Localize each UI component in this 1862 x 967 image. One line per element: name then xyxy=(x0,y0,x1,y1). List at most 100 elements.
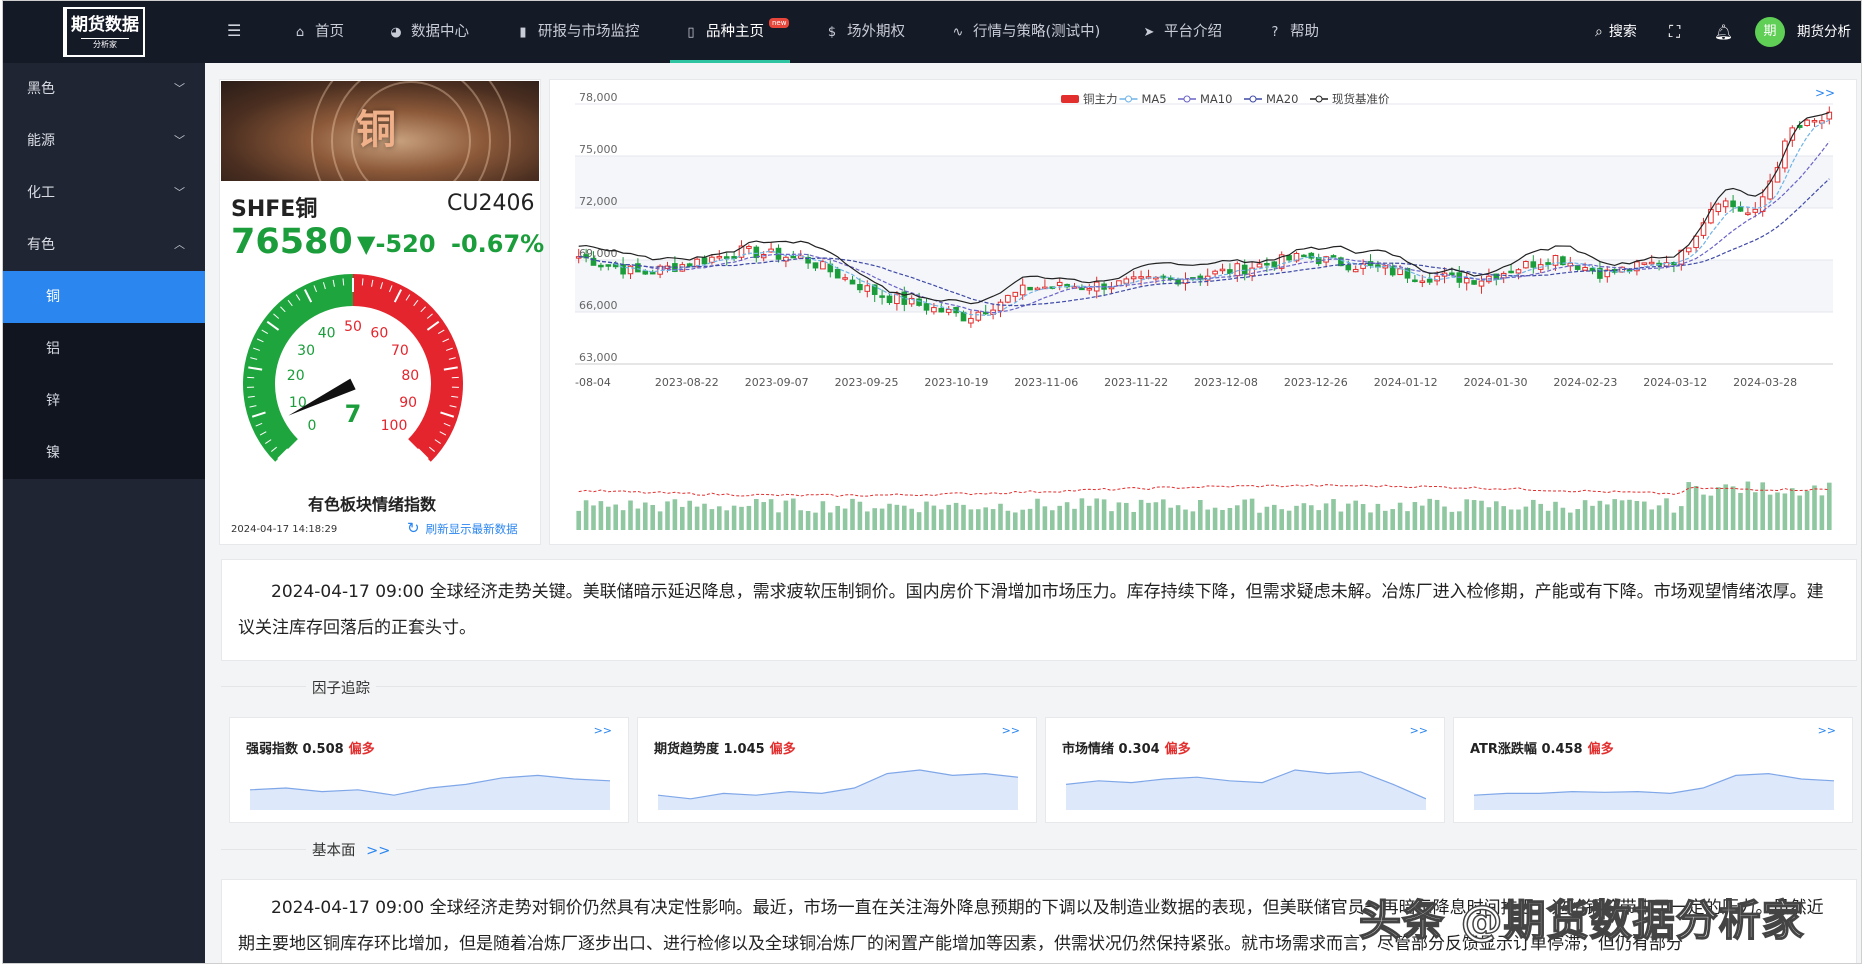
volume-bar xyxy=(1042,506,1048,530)
volume-bar xyxy=(1664,498,1669,530)
volume-bar xyxy=(953,502,959,530)
candle-body xyxy=(1301,254,1307,258)
volume-bar xyxy=(1161,499,1166,530)
candle-body xyxy=(1397,268,1403,276)
candle-body xyxy=(1086,288,1093,291)
volume-bar xyxy=(1790,488,1795,530)
volume-bar xyxy=(1649,509,1654,530)
sidebar-item-aluminum[interactable]: 铝 xyxy=(3,323,205,375)
factor-card-sentiment[interactable]: 市场情绪 0.304 偏多 >> xyxy=(1045,717,1445,823)
candle-body xyxy=(968,317,974,324)
brand-logo[interactable]: 期货数据 分析家 xyxy=(63,7,145,57)
volume-bar xyxy=(761,502,766,530)
sidebar-group-energy[interactable]: 能源 ﹀ xyxy=(3,115,205,167)
fundamentals-section-title[interactable]: 基本面 >> xyxy=(306,839,397,860)
volume-bar xyxy=(1568,512,1573,530)
candle-body xyxy=(1708,208,1714,224)
candle-body xyxy=(1745,212,1751,215)
candle-body xyxy=(842,277,848,280)
sidebar-group-nonferrous[interactable]: 有色 ︿ xyxy=(3,219,205,271)
volume-bar xyxy=(1116,502,1122,530)
legend-label: MA20 xyxy=(1266,92,1298,106)
volume-bar xyxy=(717,506,722,530)
volume-bar xyxy=(635,508,641,530)
candle-body xyxy=(960,311,967,322)
more-link[interactable]: >> xyxy=(594,724,612,737)
gauge-tick-label: 30 xyxy=(297,343,315,359)
factor-card-trend[interactable]: 期货趋势度 1.045 偏多 >> xyxy=(637,717,1037,823)
factor-card-strength[interactable]: 强弱指数 0.508 偏多 >> xyxy=(229,717,629,823)
nav-data-center[interactable]: ◕ 数据中心 xyxy=(387,1,469,63)
more-link[interactable]: >> xyxy=(1410,724,1428,737)
sentiment-gauge: 010203040 50 607080901007 xyxy=(243,274,463,462)
avatar[interactable]: 期 xyxy=(1755,17,1785,47)
nav-platform[interactable]: ➤ 平台介绍 xyxy=(1140,1,1222,63)
gauge-tick-label: 60 xyxy=(370,325,388,341)
legend-swatch xyxy=(1183,95,1191,103)
candle-body xyxy=(1241,264,1248,275)
volume-bar xyxy=(1538,503,1543,530)
volume-bar xyxy=(680,506,685,530)
gauge-value: 7 xyxy=(345,400,362,428)
volume-bar xyxy=(709,509,715,530)
candle-body xyxy=(1737,206,1744,212)
nav-home[interactable]: ⌂ 首页 xyxy=(291,1,344,63)
volume-bar xyxy=(1079,498,1085,530)
bell-icon[interactable]: 🔔︎ xyxy=(1714,1,1733,63)
volume-bar xyxy=(894,504,900,530)
volume-bar xyxy=(946,504,951,530)
y-tick-label: 75,000 xyxy=(579,143,618,156)
volume-bar xyxy=(1257,512,1262,530)
volume-bar xyxy=(1220,509,1225,530)
user-name[interactable]: 期货分析 xyxy=(1797,1,1851,63)
volume-bar xyxy=(1323,503,1329,530)
refresh-link[interactable]: ↻ 刷新显示最新数据 xyxy=(407,519,518,537)
pie-chart-icon: ◕ xyxy=(390,25,402,40)
more-link[interactable]: >> xyxy=(1818,724,1836,737)
sidebar-group-chemical[interactable]: 化工 ﹀ xyxy=(3,167,205,219)
factor-card-atr[interactable]: ATR涨跌幅 0.458 偏多 >> xyxy=(1453,717,1853,823)
volume-bar xyxy=(1582,500,1588,530)
fullscreen-icon[interactable]: ⛶ xyxy=(1669,1,1680,63)
gauge-tick-label: 90 xyxy=(399,395,417,411)
kline-chart[interactable]: 78,00075,00072,00069,00066,00063,000铜主力 M… xyxy=(553,81,1853,543)
gauge-tick-label: 0 xyxy=(308,418,317,434)
nav-help[interactable]: ? 帮助 xyxy=(1266,1,1319,63)
volume-bar xyxy=(820,501,826,530)
sidebar-group-black[interactable]: 黑色 ﹀ xyxy=(3,63,205,115)
volume-bar xyxy=(1501,506,1506,530)
volume-bar xyxy=(1309,505,1314,530)
sidebar-item-zinc[interactable]: 锌 xyxy=(3,375,205,427)
volume-bar xyxy=(1390,509,1395,530)
volume-bar xyxy=(1316,510,1321,530)
menu-toggle-icon[interactable]: ☰ xyxy=(227,23,245,39)
volume-bar xyxy=(1072,508,1077,530)
nav-strategy[interactable]: ∿ 行情与策略(测试中) xyxy=(949,1,1101,63)
search-button[interactable]: ⌕ 搜索 xyxy=(1595,1,1637,63)
volume-bar xyxy=(916,512,922,530)
volume-bar xyxy=(998,503,1003,530)
x-tick-label: 2023-10-19 xyxy=(924,376,988,389)
y-tick-label: 78,000 xyxy=(579,91,618,104)
volume-bar xyxy=(1442,506,1447,530)
volume-bar xyxy=(754,498,759,530)
volume-bar xyxy=(887,503,892,530)
gauge-tick-label: 100 xyxy=(381,418,408,434)
chart-more-link: >> xyxy=(1815,86,1835,100)
more-link[interactable]: >> xyxy=(1002,724,1020,737)
x-tick-label: 2023-11-06 xyxy=(1014,376,1078,389)
nav-variety-home[interactable]: ▯ 品种主页 new xyxy=(670,1,790,63)
sidebar-item-nickel[interactable]: 镍 xyxy=(3,427,205,479)
gauge-tick xyxy=(361,278,364,286)
nav-otc-options[interactable]: $ 场外期权 xyxy=(823,1,905,63)
volume-bar xyxy=(1693,486,1699,530)
nav-research[interactable]: ▮ 研报与市场监控 xyxy=(514,1,639,63)
y-tick-label: 72,000 xyxy=(579,195,618,208)
candle-body xyxy=(1641,262,1648,265)
candle-body xyxy=(849,279,856,285)
sidebar-item-copper[interactable]: 铜 xyxy=(3,271,205,323)
volume-bar xyxy=(1057,505,1062,530)
candle-body xyxy=(1130,276,1137,280)
candle-body xyxy=(686,263,693,267)
volume-bar xyxy=(1005,510,1011,530)
